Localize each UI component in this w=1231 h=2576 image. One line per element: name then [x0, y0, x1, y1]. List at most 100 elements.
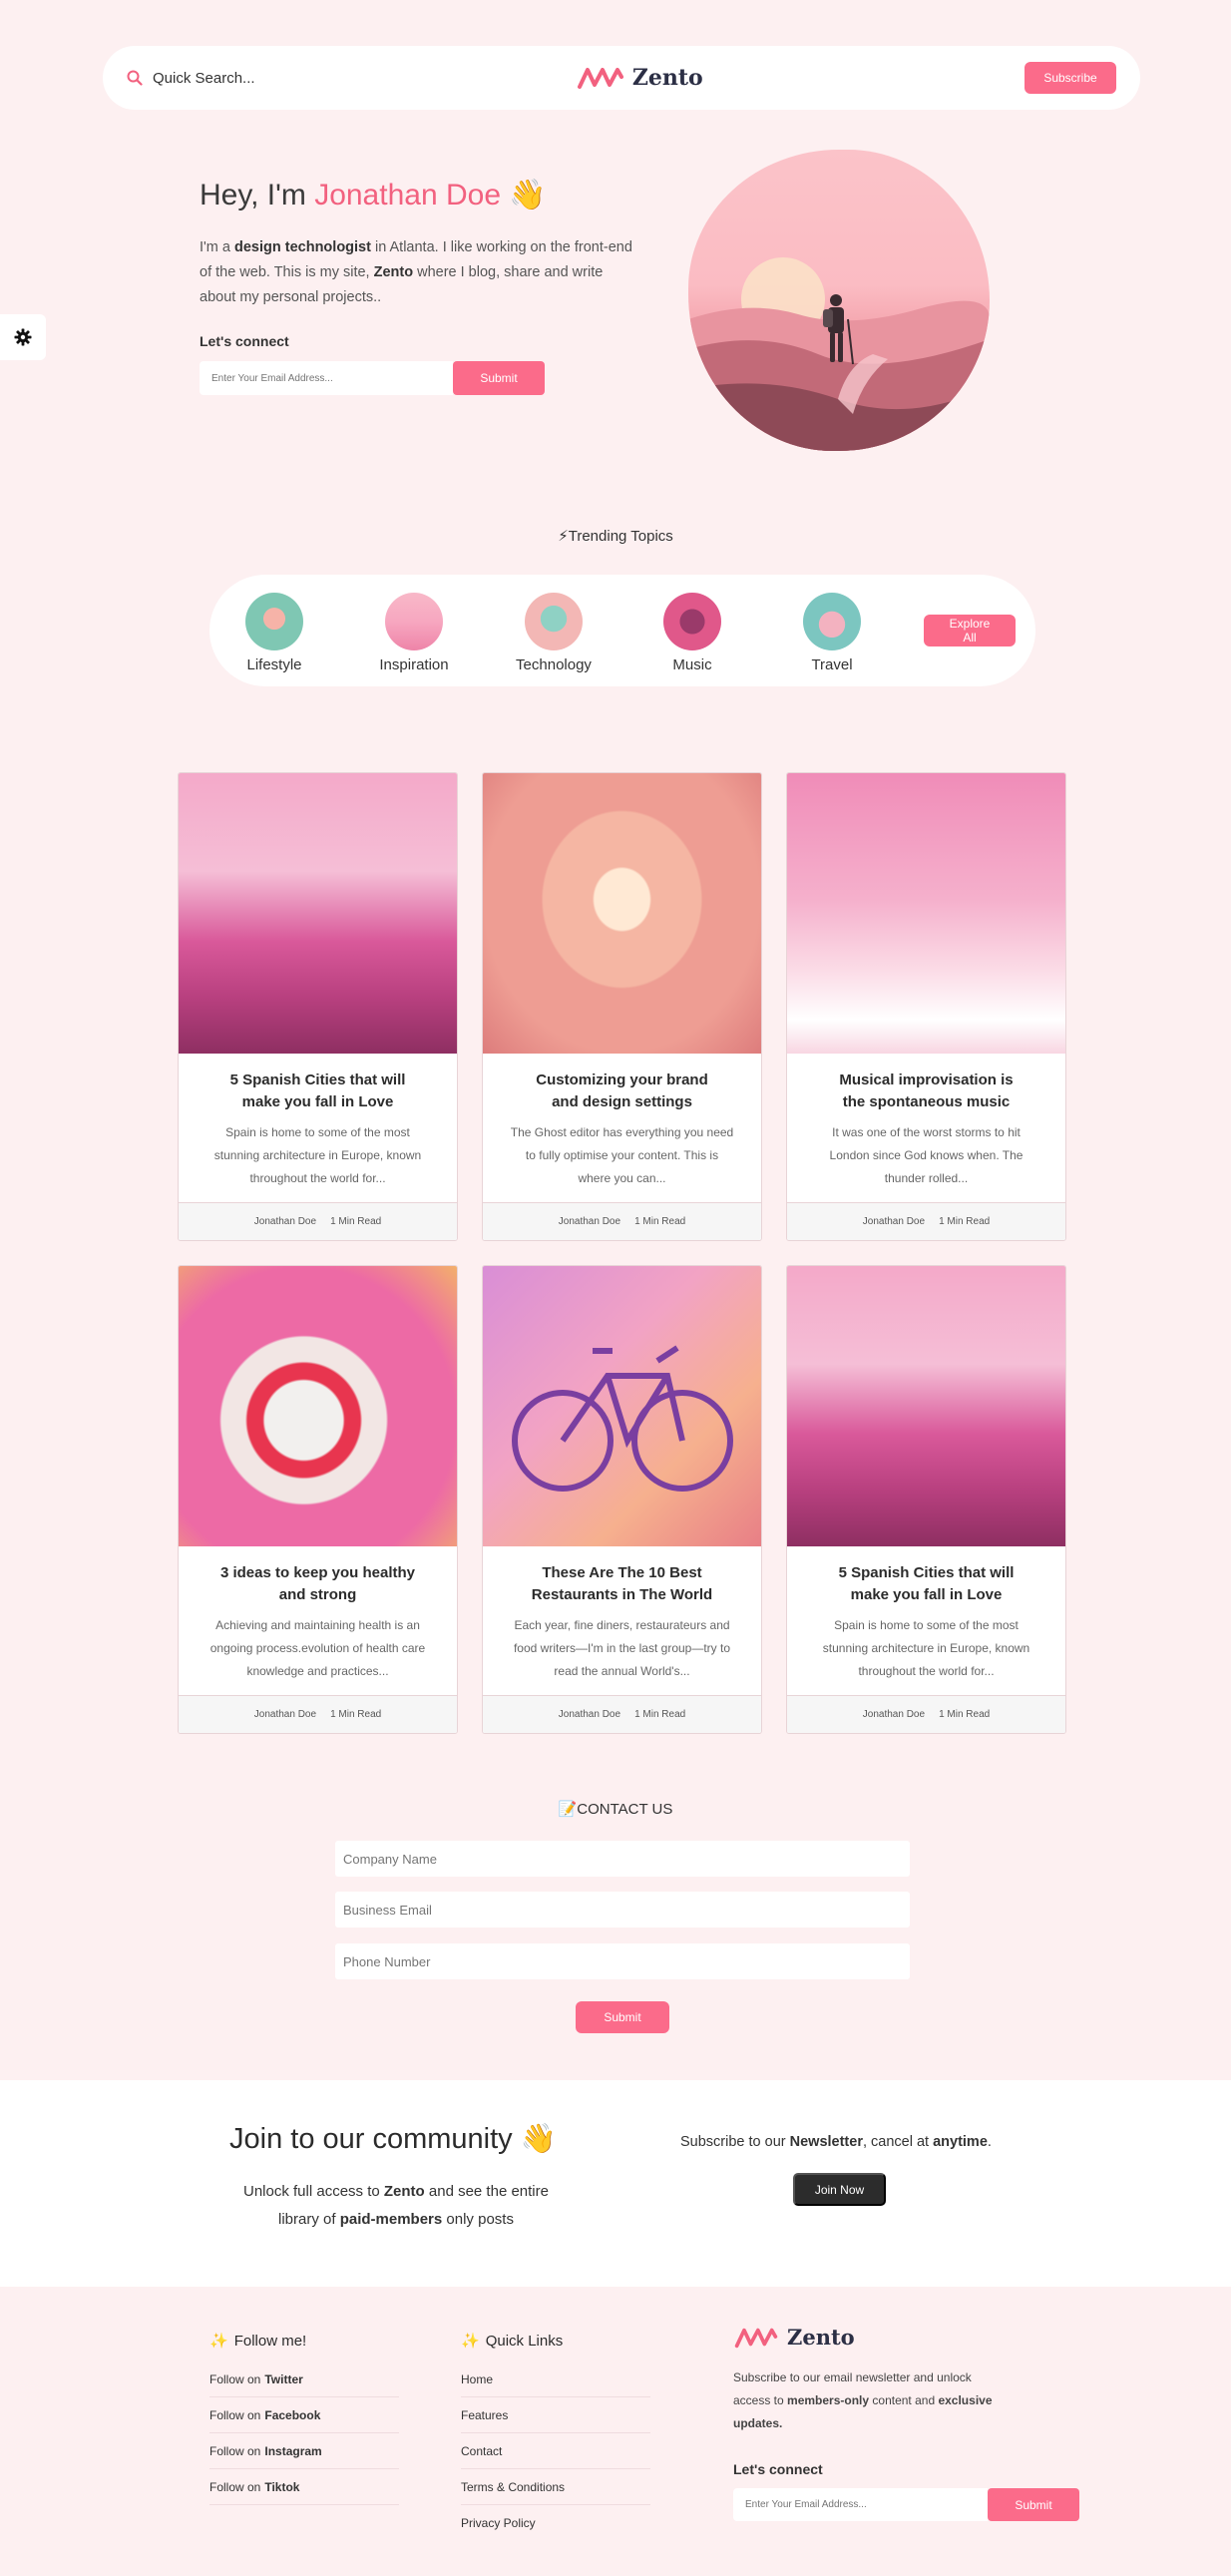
- footer-email-input[interactable]: [733, 2488, 988, 2521]
- post-read-time: 1 Min Read: [634, 1709, 686, 1720]
- topic-travel[interactable]: Travel: [782, 593, 882, 673]
- footer-link-privacy[interactable]: Privacy Policy: [461, 2505, 650, 2541]
- post-excerpt: Spain is home to some of the most stunni…: [213, 1125, 422, 1185]
- post-title[interactable]: Musical improvisation is the spontaneous…: [827, 1070, 1026, 1113]
- post-read-time: 1 Min Read: [634, 1216, 686, 1227]
- post-excerpt: It was one of the worst storms to hit Lo…: [829, 1125, 1024, 1185]
- topic-lifestyle[interactable]: Lifestyle: [224, 593, 324, 673]
- follow-prefix: Follow on: [209, 2371, 261, 2386]
- trending-title-text: Trending Topics: [568, 528, 673, 545]
- footer-logo[interactable]: Zento: [733, 2325, 855, 2350]
- hero-newsletter-form: Submit: [200, 361, 545, 395]
- follow-network: Twitter: [264, 2371, 303, 2386]
- post-title[interactable]: 5 Spanish Cities that will make you fall…: [218, 1070, 417, 1113]
- newsletter-note-bold: Newsletter: [789, 2134, 863, 2150]
- post-author[interactable]: Jonathan Doe: [863, 1216, 925, 1227]
- quick-links-column: ✨ Quick Links Home Features Contact Terms…: [461, 2332, 650, 2541]
- post-title[interactable]: These Are The 10 Best Restaurants in The…: [523, 1562, 721, 1606]
- follow-prefix: Follow on: [209, 2443, 261, 2458]
- follow-network: Tiktok: [264, 2479, 300, 2494]
- post-card[interactable]: 5 Spanish Cities that will make you fall…: [786, 1265, 1066, 1734]
- footer-submit-button[interactable]: Submit: [988, 2488, 1079, 2521]
- follow-facebook-link[interactable]: Follow on Facebook: [209, 2397, 399, 2433]
- footer-link-home[interactable]: Home: [461, 2361, 650, 2397]
- post-author[interactable]: Jonathan Doe: [559, 1709, 620, 1720]
- follow-instagram-link[interactable]: Follow on Instagram: [209, 2433, 399, 2469]
- topic-image: [803, 593, 861, 650]
- topic-label: Lifestyle: [246, 656, 302, 673]
- footer-link-terms[interactable]: Terms & Conditions: [461, 2469, 650, 2505]
- post-card[interactable]: These Are The 10 Best Restaurants in The…: [482, 1265, 762, 1734]
- newsletter-note-bold: anytime: [933, 2134, 988, 2150]
- follow-prefix: Follow on: [209, 2407, 261, 2422]
- topic-inspiration[interactable]: Inspiration: [364, 593, 464, 673]
- topic-music[interactable]: Music: [642, 593, 742, 673]
- post-meta: Jonathan Doe 1 Min Read: [787, 1695, 1065, 1733]
- community-sub-part: only posts: [442, 2211, 514, 2228]
- topic-label: Technology: [516, 656, 592, 673]
- community-section: Join to our community 👋 Unlock full acce…: [0, 2080, 1231, 2287]
- zento-logo-icon: [734, 2328, 778, 2348]
- hero-illustration: [688, 150, 990, 451]
- topic-image: [245, 593, 303, 650]
- footer-link-features[interactable]: Features: [461, 2397, 650, 2433]
- quick-links-title: ✨ Quick Links: [461, 2332, 650, 2351]
- post-author[interactable]: Jonathan Doe: [254, 1709, 316, 1720]
- post-card[interactable]: 3 ideas to keep you healthy and strong A…: [178, 1265, 458, 1734]
- hero-greeting: Hey, I'm: [200, 179, 315, 212]
- subscribe-button[interactable]: Subscribe: [1025, 62, 1116, 94]
- post-card[interactable]: Musical improvisation is the spontaneous…: [786, 772, 1066, 1241]
- company-name-field[interactable]: [335, 1841, 910, 1877]
- post-image: [787, 1266, 1065, 1546]
- quick-links-list: Home Features Contact Terms & Conditions…: [461, 2361, 650, 2541]
- contact-submit-button[interactable]: Submit: [576, 2001, 669, 2033]
- post-meta: Jonathan Doe 1 Min Read: [179, 1202, 457, 1240]
- hero-email-input[interactable]: [200, 361, 453, 395]
- post-image: [483, 773, 761, 1054]
- business-email-field[interactable]: [335, 1892, 910, 1928]
- logo-text: Zento: [631, 65, 703, 91]
- site-logo[interactable]: Zento: [577, 65, 703, 91]
- footer-link-contact[interactable]: Contact: [461, 2433, 650, 2469]
- explore-all-button[interactable]: Explore All: [924, 615, 1016, 646]
- hero-intro-bold: design technologist: [234, 239, 371, 255]
- post-title[interactable]: 5 Spanish Cities that will make you fall…: [827, 1562, 1026, 1606]
- post-card[interactable]: Customizing your brand and design settin…: [482, 772, 762, 1241]
- topic-label: Inspiration: [379, 656, 449, 673]
- hero-title: Hey, I'm Jonathan Doe 👋: [200, 178, 547, 213]
- top-header: Quick Search... Zento Subscribe: [103, 46, 1140, 110]
- post-title[interactable]: Customizing your brand and design settin…: [523, 1070, 721, 1113]
- footer-connect-label: Let's connect: [733, 2461, 823, 2477]
- post-author[interactable]: Jonathan Doe: [559, 1216, 620, 1227]
- footer-text-part: content and: [869, 2393, 939, 2407]
- post-excerpt: Achieving and maintaining health is an o…: [209, 1618, 426, 1678]
- topic-image: [385, 593, 443, 650]
- zento-logo-icon: [577, 68, 623, 89]
- follow-twitter-link[interactable]: Follow on Twitter: [209, 2361, 399, 2397]
- sparkle-icon: ✨: [209, 2333, 228, 2350]
- post-card[interactable]: 5 Spanish Cities that will make you fall…: [178, 772, 458, 1241]
- follow-column: ✨ Follow me! Follow on Twitter Follow on Fa…: [209, 2332, 399, 2505]
- hero-submit-button[interactable]: Submit: [453, 361, 545, 395]
- newsletter-note: Subscribe to our Newsletter, cancel at a…: [680, 2134, 992, 2150]
- theme-settings-toggle[interactable]: [0, 314, 46, 360]
- quick-search[interactable]: Quick Search...: [127, 70, 255, 87]
- post-author[interactable]: Jonathan Doe: [254, 1216, 316, 1227]
- contact-title-text: CONTACT US: [577, 1801, 673, 1818]
- post-title[interactable]: 3 ideas to keep you healthy and strong: [218, 1562, 417, 1606]
- quick-links-title-text: Quick Links: [485, 2332, 564, 2350]
- hero-intro: I'm a design technologist in Atlanta. I …: [200, 235, 638, 310]
- hero-name: Jonathan Doe: [314, 179, 501, 212]
- topic-technology[interactable]: Technology: [504, 593, 604, 673]
- search-label: Quick Search...: [153, 69, 255, 87]
- post-author[interactable]: Jonathan Doe: [863, 1709, 925, 1720]
- newsletter-note-part: Subscribe to our: [680, 2134, 790, 2150]
- post-read-time: 1 Min Read: [330, 1709, 382, 1720]
- footer-newsletter-form: Submit: [733, 2488, 1079, 2521]
- footer-logo-text: Zento: [787, 2325, 855, 2350]
- hero-intro-bold: Zento: [373, 264, 414, 280]
- post-image: [787, 773, 1065, 1054]
- follow-tiktok-link[interactable]: Follow on Tiktok: [209, 2469, 399, 2505]
- phone-number-field[interactable]: [335, 1943, 910, 1979]
- join-now-button[interactable]: Join Now: [793, 2173, 886, 2206]
